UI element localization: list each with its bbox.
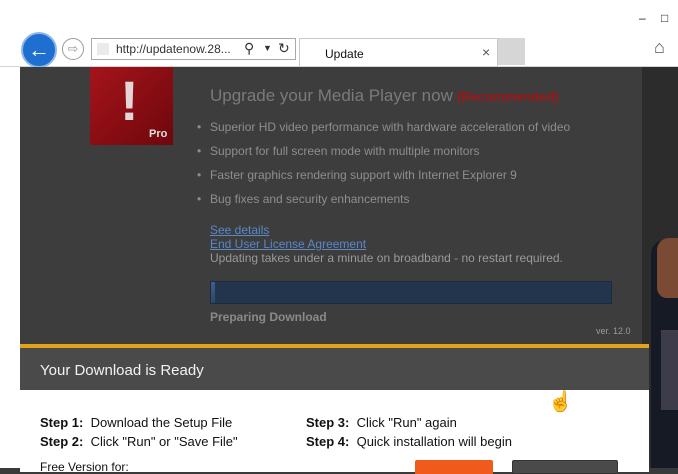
- address-bar[interactable]: http://updatenow.28... ⚲ ▼ ↻: [91, 38, 296, 60]
- new-tab-button[interactable]: [498, 38, 525, 65]
- restore-button[interactable]: □: [661, 12, 668, 24]
- free-version-label: Free Version for:: [40, 460, 129, 474]
- navigation-bar: ← ⇨ http://updatenow.28... ⚲ ▼ ↻ Update …: [0, 32, 678, 68]
- download-status: Preparing Download: [210, 310, 327, 324]
- recommended-badge: (Recommended): [456, 89, 559, 104]
- bullet-icon: •: [197, 192, 202, 206]
- download-progress-bar: [210, 281, 612, 304]
- step-label: Step 3:: [306, 415, 350, 430]
- logo-pro-label: Pro: [149, 128, 168, 140]
- bullet-icon: •: [197, 168, 202, 182]
- feature-text: Faster graphics rendering support with I…: [210, 168, 517, 182]
- see-details-link[interactable]: See details: [210, 223, 269, 237]
- download-title: Your Download is Ready: [40, 362, 204, 379]
- step-label: Step 4:: [306, 434, 350, 449]
- step-3: Step 3: Click "Run" again: [306, 415, 457, 430]
- feature-text: Bug fixes and security enhancements: [210, 192, 410, 206]
- forward-button[interactable]: ⇨: [62, 38, 84, 60]
- download-panel-header: Your Download is Ready: [20, 348, 649, 390]
- person-face: [657, 238, 678, 298]
- eula-link[interactable]: End User License Agreement: [210, 237, 366, 251]
- step-label: Step 2:: [40, 434, 84, 449]
- home-icon[interactable]: ⌂: [654, 37, 665, 58]
- version-label: ver. 12.0: [596, 326, 631, 336]
- tab-title: Update: [325, 47, 364, 61]
- tab-close-icon[interactable]: ×: [482, 44, 490, 60]
- run-button[interactable]: [415, 460, 493, 474]
- media-player-logo: ! Pro: [90, 67, 173, 145]
- exclamation-mark: !: [120, 69, 139, 132]
- address-url[interactable]: http://updatenow.28...: [116, 42, 240, 56]
- title-bar: – □: [0, 0, 678, 33]
- step-4: Step 4: Quick installation will begin: [306, 434, 512, 449]
- update-note: Updating takes under a minute on broadba…: [210, 251, 563, 265]
- bullet-icon: •: [197, 120, 202, 134]
- forward-arrow-icon: ⇨: [67, 41, 79, 56]
- step-1: Step 1: Download the Setup File: [40, 415, 232, 430]
- refresh-icon[interactable]: ↻: [278, 40, 290, 57]
- step-2: Step 2: Click "Run" or "Save File": [40, 434, 238, 449]
- progress-fill: [211, 282, 215, 303]
- step-text: Quick installation will begin: [356, 434, 512, 449]
- list-item: • Support for full screen mode with multi…: [197, 144, 570, 168]
- site-favicon-icon: [97, 43, 109, 55]
- step-text: Download the Setup File: [90, 415, 233, 430]
- browser-chrome: – □ ← ⇨ http://updatenow.28... ⚲ ▼ ↻ Upd…: [0, 0, 678, 68]
- step-text: Click "Run" again: [356, 415, 457, 430]
- bullet-icon: •: [197, 144, 202, 158]
- dropdown-icon[interactable]: ▼: [263, 43, 272, 53]
- promo-headline: Upgrade your Media Player now (Recommende…: [210, 86, 559, 106]
- list-item: • Superior HD video performance with hard…: [197, 120, 570, 144]
- step-text: Click "Run" or "Save File": [90, 434, 238, 449]
- back-button[interactable]: ←: [21, 32, 57, 68]
- step-label: Step 1:: [40, 415, 84, 430]
- feature-text: Superior HD video performance with hardw…: [210, 120, 571, 134]
- list-item: • Bug fixes and security enhancements: [197, 192, 570, 216]
- person-image: [651, 238, 678, 468]
- tab-update[interactable]: Update ×: [299, 38, 498, 66]
- list-item: • Faster graphics rendering support with …: [197, 168, 570, 192]
- search-icon[interactable]: ⚲: [244, 40, 254, 57]
- headline-text: Upgrade your Media Player now: [210, 86, 453, 105]
- page-left-edge: [0, 67, 20, 468]
- feature-text: Support for full screen mode with multip…: [210, 144, 480, 158]
- person-shirt: [661, 330, 678, 410]
- back-arrow-icon: ←: [28, 37, 50, 62]
- feature-list: • Superior HD video performance with hard…: [197, 120, 570, 216]
- minimize-button[interactable]: –: [639, 12, 646, 24]
- save-button[interactable]: [512, 460, 618, 474]
- hand-cursor-icon: ☝: [548, 391, 573, 413]
